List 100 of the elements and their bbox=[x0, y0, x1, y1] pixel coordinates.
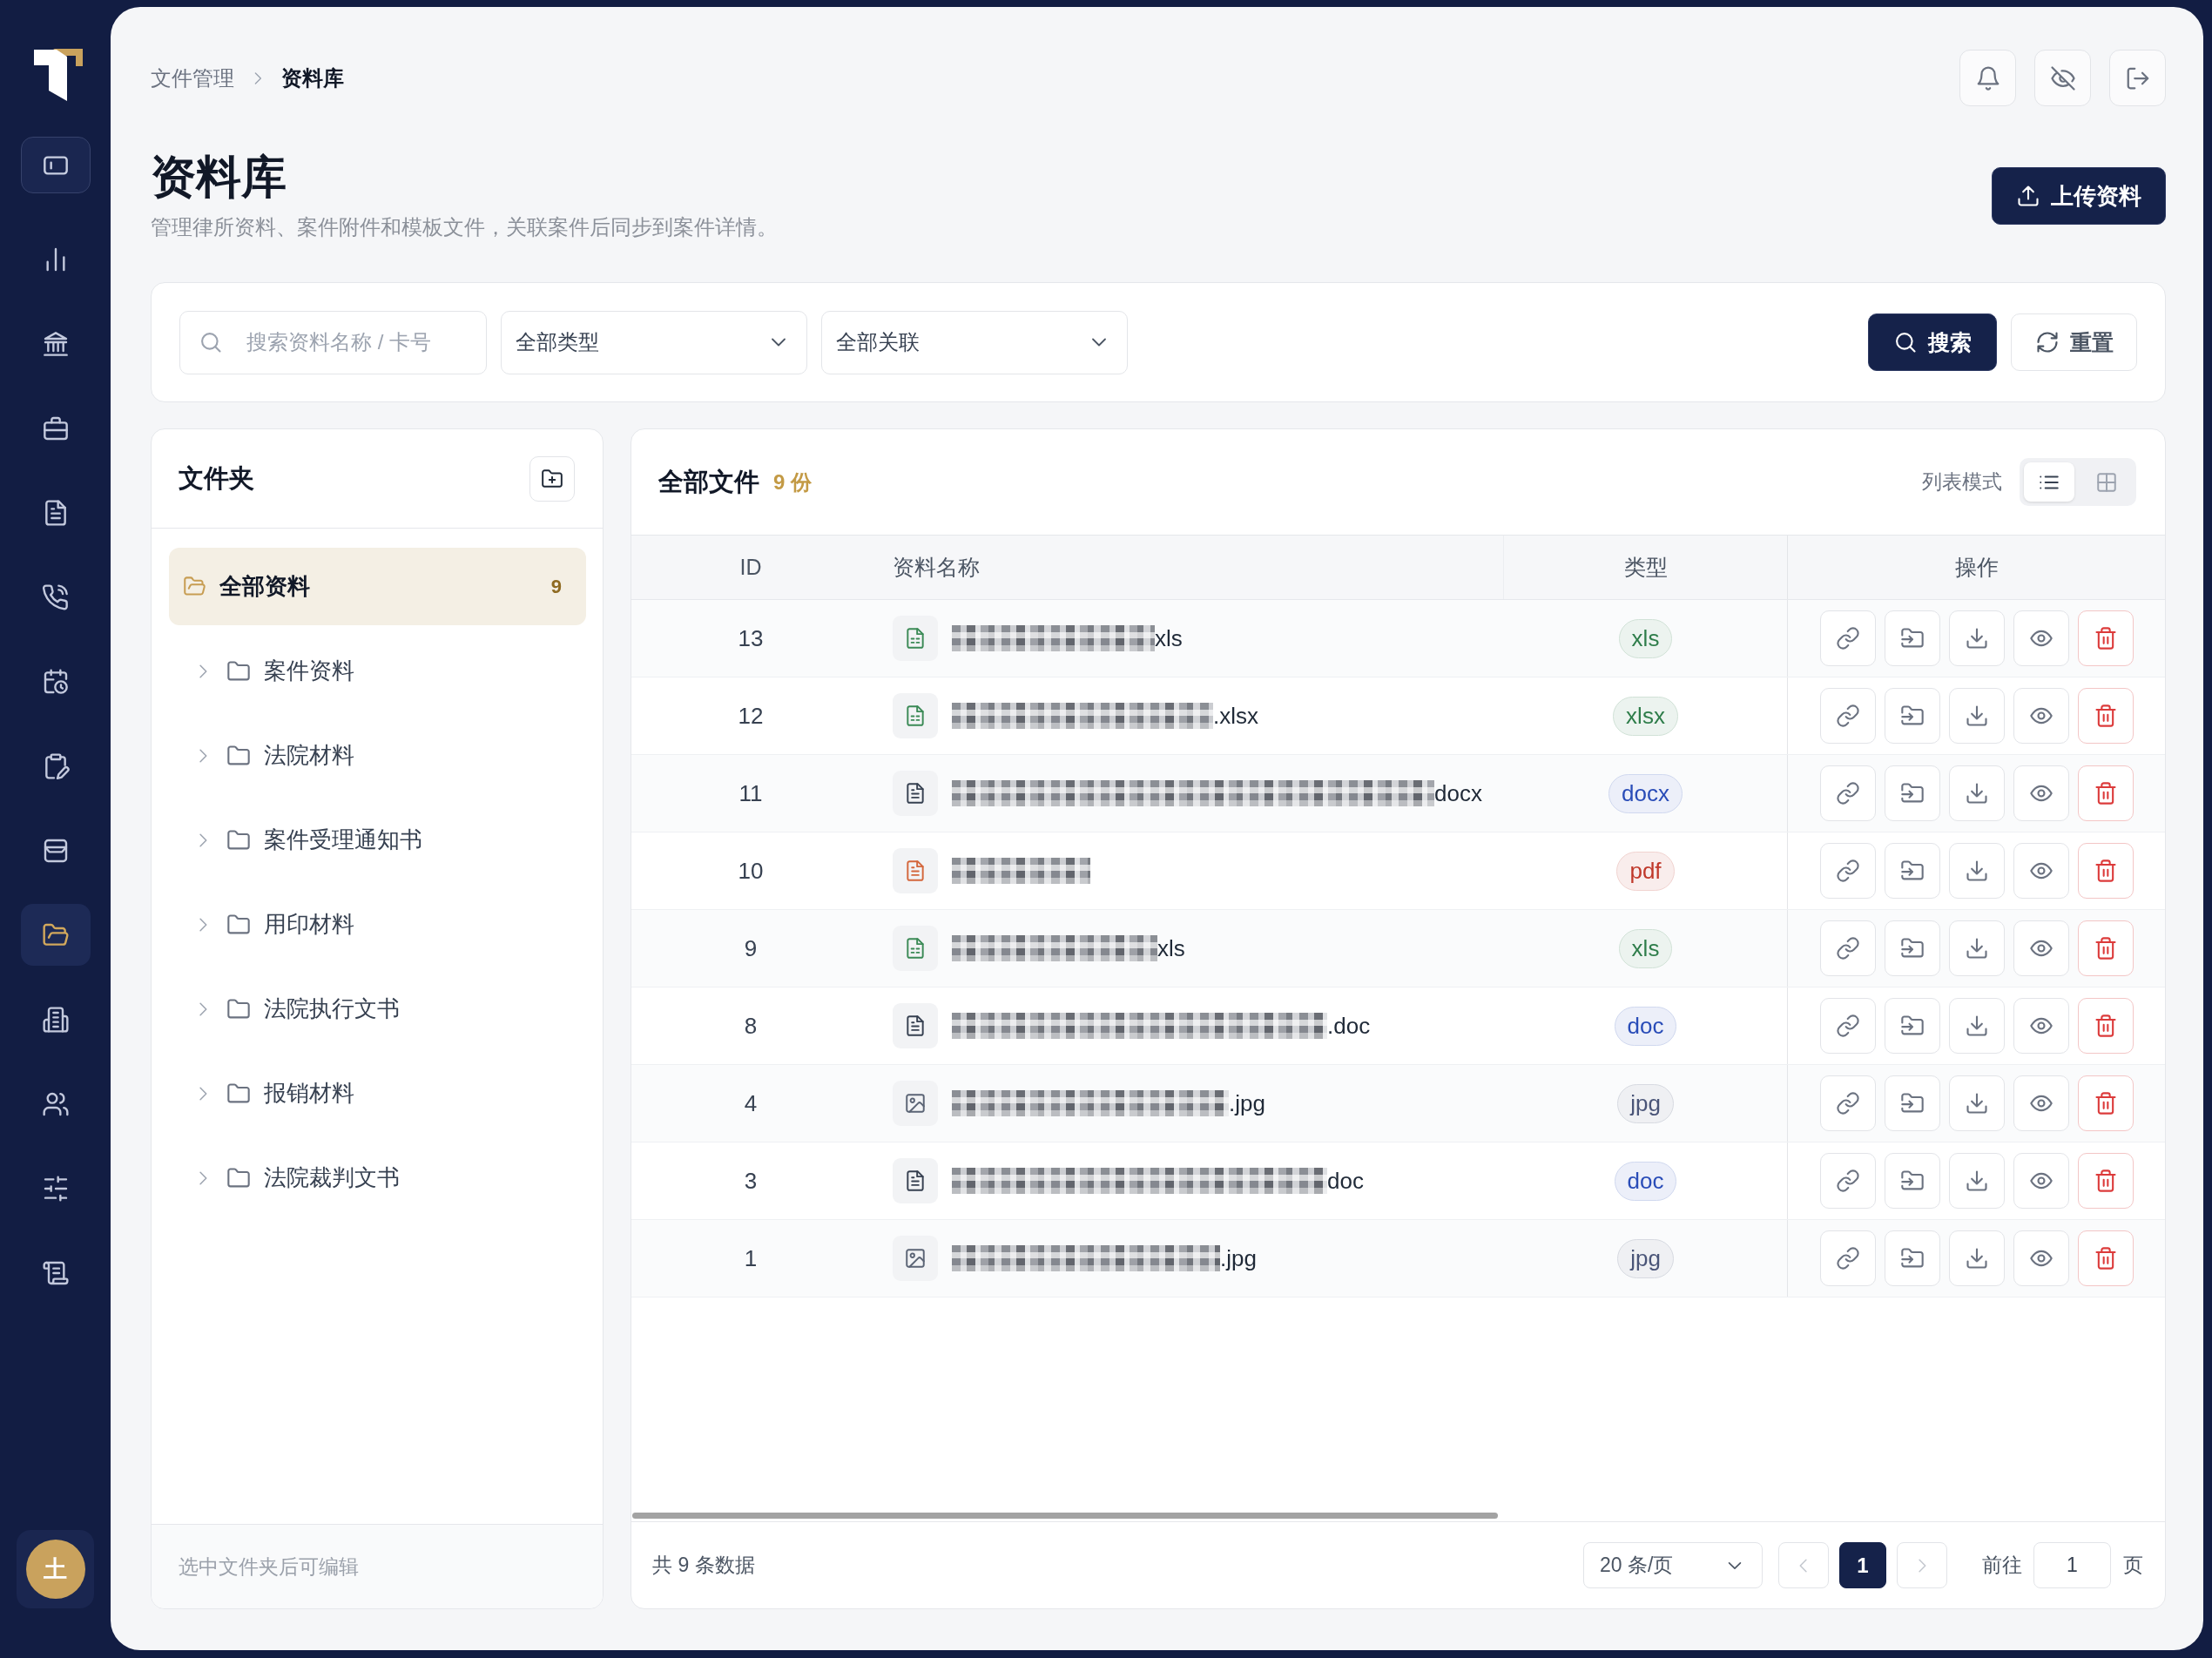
folder-item[interactable]: 用印材料 bbox=[169, 886, 586, 963]
preview-button[interactable] bbox=[2013, 688, 2069, 744]
move-to-folder-button[interactable] bbox=[1884, 610, 1940, 666]
goto-page-input[interactable]: 1 bbox=[2033, 1542, 2111, 1588]
move-to-folder-button[interactable] bbox=[1884, 1230, 1940, 1286]
copy-link-button[interactable] bbox=[1819, 1075, 1876, 1131]
preview-button[interactable] bbox=[2013, 610, 2069, 666]
download-icon bbox=[1964, 704, 1989, 728]
delete-button[interactable] bbox=[2077, 1230, 2134, 1286]
copy-link-button[interactable] bbox=[1819, 610, 1876, 666]
link-icon bbox=[1835, 1169, 1860, 1193]
breadcrumb-link[interactable]: 文件管理 bbox=[151, 64, 234, 92]
folder-hint: 选中文件夹后可编辑 bbox=[179, 1554, 359, 1580]
copy-link-button[interactable] bbox=[1819, 1153, 1876, 1209]
download-button[interactable] bbox=[1948, 1153, 2005, 1209]
delete-button[interactable] bbox=[2077, 610, 2134, 666]
folder-item[interactable]: 案件受理通知书 bbox=[169, 801, 586, 879]
download-button[interactable] bbox=[1948, 765, 2005, 821]
logout-button[interactable] bbox=[2109, 50, 2166, 106]
phone-icon bbox=[41, 583, 70, 611]
download-button[interactable] bbox=[1948, 1230, 2005, 1286]
search-field[interactable]: 搜索资料名称 / 卡号 bbox=[179, 310, 487, 374]
download-button[interactable] bbox=[1948, 998, 2005, 1054]
delete-button[interactable] bbox=[2077, 1153, 2134, 1209]
horizontal-scrollbar[interactable] bbox=[632, 1513, 1498, 1519]
file-name[interactable]: .doc bbox=[1327, 1012, 1371, 1040]
notifications-button[interactable] bbox=[1959, 50, 2016, 106]
folder-item[interactable]: 案件资料 bbox=[169, 632, 586, 710]
file-name[interactable]: docx bbox=[1434, 779, 1482, 807]
delete-button[interactable] bbox=[2077, 688, 2134, 744]
copy-link-button[interactable] bbox=[1819, 843, 1876, 899]
folder-item[interactable]: 法院材料 bbox=[169, 717, 586, 794]
preview-button[interactable] bbox=[2013, 843, 2069, 899]
move-to-folder-button[interactable] bbox=[1884, 998, 1940, 1054]
download-button[interactable] bbox=[1948, 610, 2005, 666]
document-file-icon bbox=[893, 1003, 938, 1048]
copy-link-button[interactable] bbox=[1819, 688, 1876, 744]
delete-button[interactable] bbox=[2077, 998, 2134, 1054]
move-to-folder-button[interactable] bbox=[1884, 843, 1940, 899]
sidebar-item[interactable] bbox=[20, 904, 91, 966]
type-select[interactable]: 全部类型 bbox=[501, 310, 807, 374]
page-size-select[interactable]: 20 条/页 bbox=[1583, 1542, 1763, 1588]
folder-item[interactable]: 法院裁判文书 bbox=[169, 1139, 586, 1217]
copy-link-button[interactable] bbox=[1819, 998, 1876, 1054]
download-icon bbox=[1964, 626, 1989, 650]
file-id: 11 bbox=[738, 779, 763, 807]
page-button[interactable]: 1 bbox=[1839, 1542, 1886, 1588]
move-to-folder-button[interactable] bbox=[1884, 1153, 1940, 1209]
image-file-icon bbox=[893, 1081, 938, 1126]
folder-label: 用印材料 bbox=[264, 910, 354, 939]
preview-button[interactable] bbox=[2013, 998, 2069, 1054]
file-type-tag: doc bbox=[1614, 1006, 1677, 1046]
delete-button[interactable] bbox=[2077, 765, 2134, 821]
copy-link-button[interactable] bbox=[1819, 1230, 1876, 1286]
move-to-folder-button[interactable] bbox=[1884, 1075, 1940, 1131]
preview-button[interactable] bbox=[2013, 1230, 2069, 1286]
file-id: 4 bbox=[744, 1089, 758, 1117]
link-select[interactable]: 全部关联 bbox=[821, 310, 1128, 374]
file-name[interactable]: .jpg bbox=[1220, 1244, 1257, 1272]
preview-button[interactable] bbox=[2013, 1075, 2069, 1131]
file-name[interactable]: xls bbox=[1155, 624, 1183, 652]
delete-button[interactable] bbox=[2077, 920, 2134, 976]
list-view-button[interactable] bbox=[2024, 462, 2074, 502]
hide-button[interactable] bbox=[2034, 50, 2091, 106]
upload-button[interactable]: 上传资料 bbox=[1992, 167, 2166, 225]
folder-label: 法院执行文书 bbox=[264, 994, 400, 1023]
new-folder-button[interactable] bbox=[529, 455, 575, 502]
file-type-tag: doc bbox=[1614, 1161, 1677, 1201]
copy-link-button[interactable] bbox=[1819, 765, 1876, 821]
file-name[interactable]: doc bbox=[1327, 1167, 1364, 1195]
move-to-folder-button[interactable] bbox=[1884, 688, 1940, 744]
preview-button[interactable] bbox=[2013, 1153, 2069, 1209]
view-mode-label: 列表模式 bbox=[1922, 469, 2002, 495]
reset-button[interactable]: 重置 bbox=[2011, 313, 2137, 371]
file-name[interactable]: xls bbox=[1157, 934, 1185, 962]
download-button[interactable] bbox=[1948, 1075, 2005, 1131]
folder-count: 9 bbox=[550, 575, 562, 598]
download-icon bbox=[1964, 859, 1989, 883]
move-to-folder-button[interactable] bbox=[1884, 765, 1940, 821]
folder-item[interactable]: 报销材料 bbox=[169, 1055, 586, 1132]
file-name[interactable]: .jpg bbox=[1229, 1089, 1265, 1117]
download-button[interactable] bbox=[1948, 843, 2005, 899]
column-header: 操作 bbox=[1954, 554, 1999, 581]
download-button[interactable] bbox=[1948, 688, 2005, 744]
column-header: 类型 bbox=[1623, 554, 1668, 581]
preview-button[interactable] bbox=[2013, 920, 2069, 976]
delete-button[interactable] bbox=[2077, 1075, 2134, 1131]
delete-button[interactable] bbox=[2077, 843, 2134, 899]
preview-button[interactable] bbox=[2013, 765, 2069, 821]
copy-link-button[interactable] bbox=[1819, 920, 1876, 976]
folder-item[interactable]: 法院执行文书 bbox=[169, 970, 586, 1048]
sidebar-toggle-button[interactable] bbox=[20, 137, 91, 193]
file-name[interactable]: .xlsx bbox=[1213, 702, 1258, 730]
pdf-file-icon bbox=[893, 848, 938, 893]
folder-item[interactable]: 全部资料 9 bbox=[169, 548, 586, 625]
search-button[interactable]: 搜索 bbox=[1868, 313, 1997, 371]
move-to-folder-button[interactable] bbox=[1884, 920, 1940, 976]
file-type-tag: docx bbox=[1608, 773, 1683, 813]
image-file-icon bbox=[893, 1236, 938, 1281]
download-button[interactable] bbox=[1948, 920, 2005, 976]
